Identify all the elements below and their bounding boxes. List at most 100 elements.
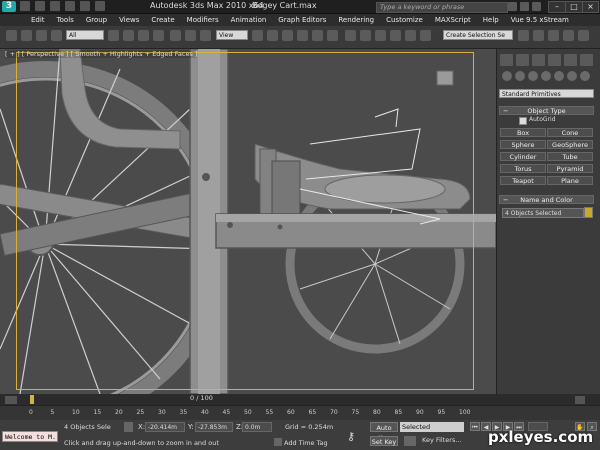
save-file-icon[interactable] [50,1,60,11]
auto-key-button[interactable]: Auto Key [370,422,398,442]
select-move-icon[interactable] [170,30,181,41]
object-color-swatch[interactable] [584,207,593,218]
maximize-button[interactable]: □ [565,1,583,13]
window-crossing-icon[interactable] [153,30,164,41]
create-tab-icon[interactable] [500,54,513,66]
undo-icon[interactable] [65,1,75,11]
star-icon[interactable] [520,2,529,11]
box-button[interactable]: Box [500,128,546,137]
spinner-snap-icon[interactable] [345,30,356,41]
align-icon[interactable] [375,30,386,41]
tube-button[interactable]: Tube [547,152,593,161]
snaps-toggle-icon[interactable] [297,30,308,41]
project-folder-icon[interactable] [95,1,105,11]
graphite-modeling-icon[interactable] [405,30,416,41]
reference-coordinate-dropdown[interactable]: View [216,30,248,40]
cylinder-button[interactable]: Cylinder [500,152,546,161]
schematic-view-icon[interactable] [518,30,529,41]
go-to-start-icon[interactable]: ⏮ [470,422,480,431]
minimize-button[interactable]: – [548,1,566,13]
modify-tab-icon[interactable] [516,54,529,66]
material-editor-icon[interactable] [533,30,544,41]
new-file-icon[interactable] [20,1,30,11]
named-selection-set-dropdown[interactable]: Create Selection Se [443,30,513,40]
rectangular-selection-icon[interactable] [138,30,149,41]
render-setup-icon[interactable] [548,30,559,41]
default-in-out-tangents-icon[interactable] [404,436,416,446]
pivot-center-icon[interactable] [252,30,263,41]
time-slider[interactable] [0,394,600,405]
menu-group[interactable]: Group [86,14,107,26]
mirror-icon[interactable] [360,30,371,41]
menu-customize[interactable]: Customize [386,14,423,26]
menu-tools[interactable]: Tools [57,14,74,26]
name-and-color-rollout[interactable]: − Name and Color [499,195,594,204]
lights-icon[interactable] [528,71,538,81]
z-coordinate-field[interactable]: 0.0m [242,422,272,432]
percent-snap-icon[interactable] [327,30,338,41]
sphere-button[interactable]: Sphere [500,140,546,149]
app-logo-icon[interactable]: 3 [2,1,16,12]
viewport-label[interactable]: [ + ] [ Perspective ] [ Smooth + Highlig… [5,50,198,58]
layer-manager-icon[interactable] [390,30,401,41]
set-key-button[interactable]: Set Key [370,436,398,446]
helpers-icon[interactable] [554,71,564,81]
menu-animation[interactable]: Animation [231,14,267,26]
utilities-tab-icon[interactable] [580,54,593,66]
link-icon[interactable] [36,30,47,41]
select-manipulate-icon[interactable] [267,30,278,41]
key-filters-button[interactable]: Key Filters... [422,436,462,444]
menu-edit[interactable]: Edit [31,14,45,26]
primitive-type-dropdown[interactable]: Standard Primitives [499,89,594,98]
torus-button[interactable]: Torus [500,164,546,173]
hierarchy-tab-icon[interactable] [532,54,545,66]
lock-selection-icon[interactable] [124,422,133,432]
object-type-rollout[interactable]: − Object Type [499,106,594,115]
help-icon[interactable] [532,2,541,11]
menu-help[interactable]: Help [483,14,499,26]
space-warps-icon[interactable] [567,71,577,81]
binoculars-icon[interactable] [508,2,517,11]
select-object-icon[interactable] [108,30,119,41]
timeline-collapse-icon[interactable] [5,396,17,404]
slider-next-icon[interactable] [575,396,585,404]
plane-button[interactable]: Plane [547,176,593,185]
select-scale-icon[interactable] [200,30,211,41]
menu-rendering[interactable]: Rendering [338,14,374,26]
y-coordinate-field[interactable]: -27.853m [195,422,233,432]
selection-filter-dropdown[interactable]: All [66,30,104,40]
maxscript-listener[interactable]: Welcome to M. [2,431,58,442]
rendered-frame-window-icon[interactable] [563,30,574,41]
render-production-icon[interactable] [578,30,589,41]
pyramid-button[interactable]: Pyramid [547,164,593,173]
undo-icon[interactable] [6,30,17,41]
add-time-tag[interactable]: Add Time Tag [284,439,328,447]
time-tag-icon[interactable] [274,438,282,446]
cameras-icon[interactable] [541,71,551,81]
angle-snap-icon[interactable] [312,30,323,41]
menu-maxscript[interactable]: MAXScript [435,14,471,26]
select-rotate-icon[interactable] [185,30,196,41]
bind-space-warp-icon[interactable] [51,30,62,41]
menu-graph-editors[interactable]: Graph Editors [278,14,326,26]
menu-vue-xstream[interactable]: Vue 9.5 xStream [511,14,569,26]
time-slider-thumb[interactable] [30,395,34,404]
x-coordinate-field[interactable]: -20.414m [145,422,185,432]
search-input[interactable]: Type a keyword or phrase [376,2,508,13]
close-button[interactable]: × [582,1,599,13]
track-bar[interactable] [0,405,600,421]
menu-create[interactable]: Create [151,14,174,26]
display-tab-icon[interactable] [564,54,577,66]
systems-icon[interactable] [580,71,590,81]
motion-tab-icon[interactable] [548,54,561,66]
menu-modifiers[interactable]: Modifiers [187,14,219,26]
teapot-button[interactable]: Teapot [500,176,546,185]
key-icon[interactable]: ⚷ [347,430,355,443]
geosphere-button[interactable]: GeoSphere [547,140,593,149]
object-name-field[interactable]: 4 Objects Selected [502,208,584,218]
redo-icon[interactable] [21,30,32,41]
cone-button[interactable]: Cone [547,128,593,137]
autogrid-checkbox[interactable] [519,117,527,125]
shapes-icon[interactable] [515,71,525,81]
keyboard-shortcut-override-icon[interactable] [282,30,293,41]
